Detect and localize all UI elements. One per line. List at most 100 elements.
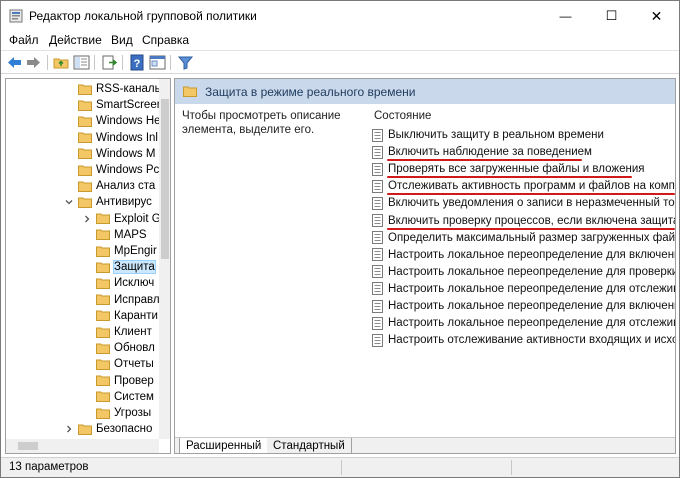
minimize-icon: —: [559, 9, 572, 23]
tree-item-label: Каранти: [114, 309, 158, 322]
setting-label: Определить максимальный размер загруженн…: [388, 231, 675, 244]
policy-setting-icon: [372, 179, 383, 193]
forward-arrow-icon[interactable]: [25, 54, 42, 71]
tree-item[interactable]: MpEngir: [96, 243, 157, 259]
tree-item-label: RSS-каналы: [96, 83, 163, 95]
tree-horizontal-scrollbar[interactable]: [6, 439, 159, 453]
chevron-down-icon[interactable]: [64, 197, 74, 207]
back-arrow-icon[interactable]: [6, 54, 23, 71]
policy-setting-icon: [372, 145, 383, 159]
folder-icon: [78, 84, 92, 95]
menu-help[interactable]: Справка: [142, 33, 189, 47]
tree-item[interactable]: Windows He: [78, 113, 161, 129]
policy-tree-panel[interactable]: RSS-каналы SmartScreen Windows He Windows I…: [5, 78, 171, 454]
properties-icon[interactable]: [149, 54, 166, 71]
setting-row[interactable]: Проверять все загруженные файлы и вложен…: [372, 161, 675, 177]
tree-item[interactable]: Exploit G: [85, 211, 161, 227]
up-folder-icon[interactable]: [53, 54, 70, 71]
close-icon: ✕: [650, 7, 663, 24]
tree-item-label: MAPS: [114, 228, 147, 241]
setting-row[interactable]: Включить проверку процессов, если включе…: [372, 213, 675, 229]
tab-standard[interactable]: Стандартный: [267, 438, 352, 453]
filter-icon[interactable]: [177, 54, 194, 71]
tree-item[interactable]: Исключ: [96, 275, 154, 291]
folder-icon: [96, 343, 110, 354]
tree-item[interactable]: Windows Inl: [78, 130, 158, 146]
setting-row[interactable]: Настроить отслеживание активности входящ…: [372, 332, 675, 348]
setting-row[interactable]: Настроить локальное переопределение для …: [372, 298, 675, 314]
tree-item[interactable]: Провер: [96, 373, 154, 389]
tree-item-label: Анализ ста: [96, 180, 156, 193]
tree-item[interactable]: Защита: [96, 259, 156, 275]
help-icon[interactable]: ?: [129, 54, 146, 71]
tab-extended[interactable]: Расширенный: [179, 438, 269, 453]
window-title: Редактор локальной групповой политики: [29, 9, 257, 23]
title-bar: Редактор локальной групповой политики — …: [1, 1, 679, 31]
folder-icon: [96, 262, 110, 273]
show-hide-tree-icon[interactable]: [73, 54, 90, 71]
tree-item-label: Клиент: [114, 326, 152, 338]
setting-row[interactable]: Настроить локальное переопределение для …: [372, 281, 675, 297]
tree-item[interactable]: Отчеты: [96, 356, 154, 372]
chevron-right-icon[interactable]: [82, 214, 92, 224]
folder-icon: [96, 246, 110, 257]
tree-item[interactable]: Угрозы: [96, 405, 151, 421]
view-tabs: Расширенный Стандартный: [175, 437, 675, 453]
tree-item[interactable]: RSS-каналы: [78, 81, 163, 97]
tree-vertical-scrollbar[interactable]: [159, 79, 170, 439]
minimize-button[interactable]: —: [543, 1, 588, 31]
tree-item[interactable]: Антивирус: [65, 194, 152, 210]
setting-row[interactable]: Отслеживать активность программ и файлов…: [372, 178, 675, 194]
setting-row[interactable]: Определить максимальный размер загруженн…: [372, 230, 675, 246]
setting-row[interactable]: Включить уведомления о записи в неразмеч…: [372, 195, 675, 211]
folder-icon: [96, 327, 110, 338]
policy-setting-icon: [372, 128, 383, 142]
tree-item[interactable]: MAPS: [96, 227, 147, 243]
policy-setting-icon: [372, 231, 383, 245]
menu-bar: Файл Действие Вид Справка: [1, 31, 679, 50]
column-header-state[interactable]: Состояние: [374, 110, 431, 122]
setting-label: Настроить локальное переопределение для …: [388, 317, 675, 330]
export-list-icon[interactable]: [101, 54, 118, 71]
close-button[interactable]: ✕: [634, 1, 679, 31]
setting-row[interactable]: Настроить локальное переопределение для …: [372, 247, 675, 263]
scrollbar-thumb[interactable]: [18, 442, 38, 450]
tree-item-label: Защита: [113, 260, 156, 275]
svg-text:?: ?: [134, 58, 141, 70]
setting-label: Включить уведомления о записи в неразмеч…: [388, 197, 675, 210]
menu-action[interactable]: Действие: [49, 33, 102, 47]
policy-setting-icon: [372, 265, 383, 279]
tree-item[interactable]: Windows M: [78, 146, 155, 162]
menu-file[interactable]: Файл: [9, 33, 39, 47]
tree-item[interactable]: Каранти: [96, 308, 158, 324]
menu-view[interactable]: Вид: [111, 33, 133, 47]
tree-item-label: Windows He: [96, 115, 161, 128]
tree-item-label: Систем: [114, 390, 154, 403]
chevron-right-icon[interactable]: [64, 424, 74, 434]
folder-icon: [96, 375, 110, 387]
setting-label: Включить наблюдение за поведением: [388, 146, 592, 159]
folder-icon: [96, 278, 110, 289]
setting-label: Включить проверку процессов, если включе…: [388, 214, 675, 227]
tree-item[interactable]: Windows Pc: [78, 162, 159, 178]
setting-label: Настроить отслеживание активности входящ…: [388, 334, 675, 347]
scrollbar-thumb[interactable]: [161, 99, 169, 259]
tree-item[interactable]: Клиент: [96, 324, 152, 340]
setting-label: Настроить локальное переопределение для …: [388, 282, 675, 295]
setting-row[interactable]: Настроить локальное переопределение для …: [372, 264, 675, 280]
maximize-button[interactable]: ☐: [589, 1, 634, 31]
tree-item[interactable]: Обновл: [96, 340, 155, 356]
maximize-icon: ☐: [605, 8, 618, 23]
tree-item-label: Угрозы: [114, 407, 152, 419]
tree-item[interactable]: Безопасно: [67, 421, 152, 437]
setting-row[interactable]: Выключить защиту в реальном времени: [372, 127, 675, 143]
policy-setting-icon: [372, 248, 383, 262]
setting-row[interactable]: Включить наблюдение за поведением: [372, 144, 675, 160]
tree-item[interactable]: Исправл: [96, 292, 160, 308]
tree-item[interactable]: Систем: [96, 389, 154, 405]
tree-item[interactable]: Анализ ста: [78, 178, 155, 194]
tree-item[interactable]: SmartScreen: [78, 97, 163, 113]
description-text: Чтобы просмотреть описание элемента, выд…: [182, 110, 341, 136]
tree-item-label: SmartScreen: [96, 99, 164, 112]
setting-row[interactable]: Настроить локальное переопределение для …: [372, 315, 675, 331]
